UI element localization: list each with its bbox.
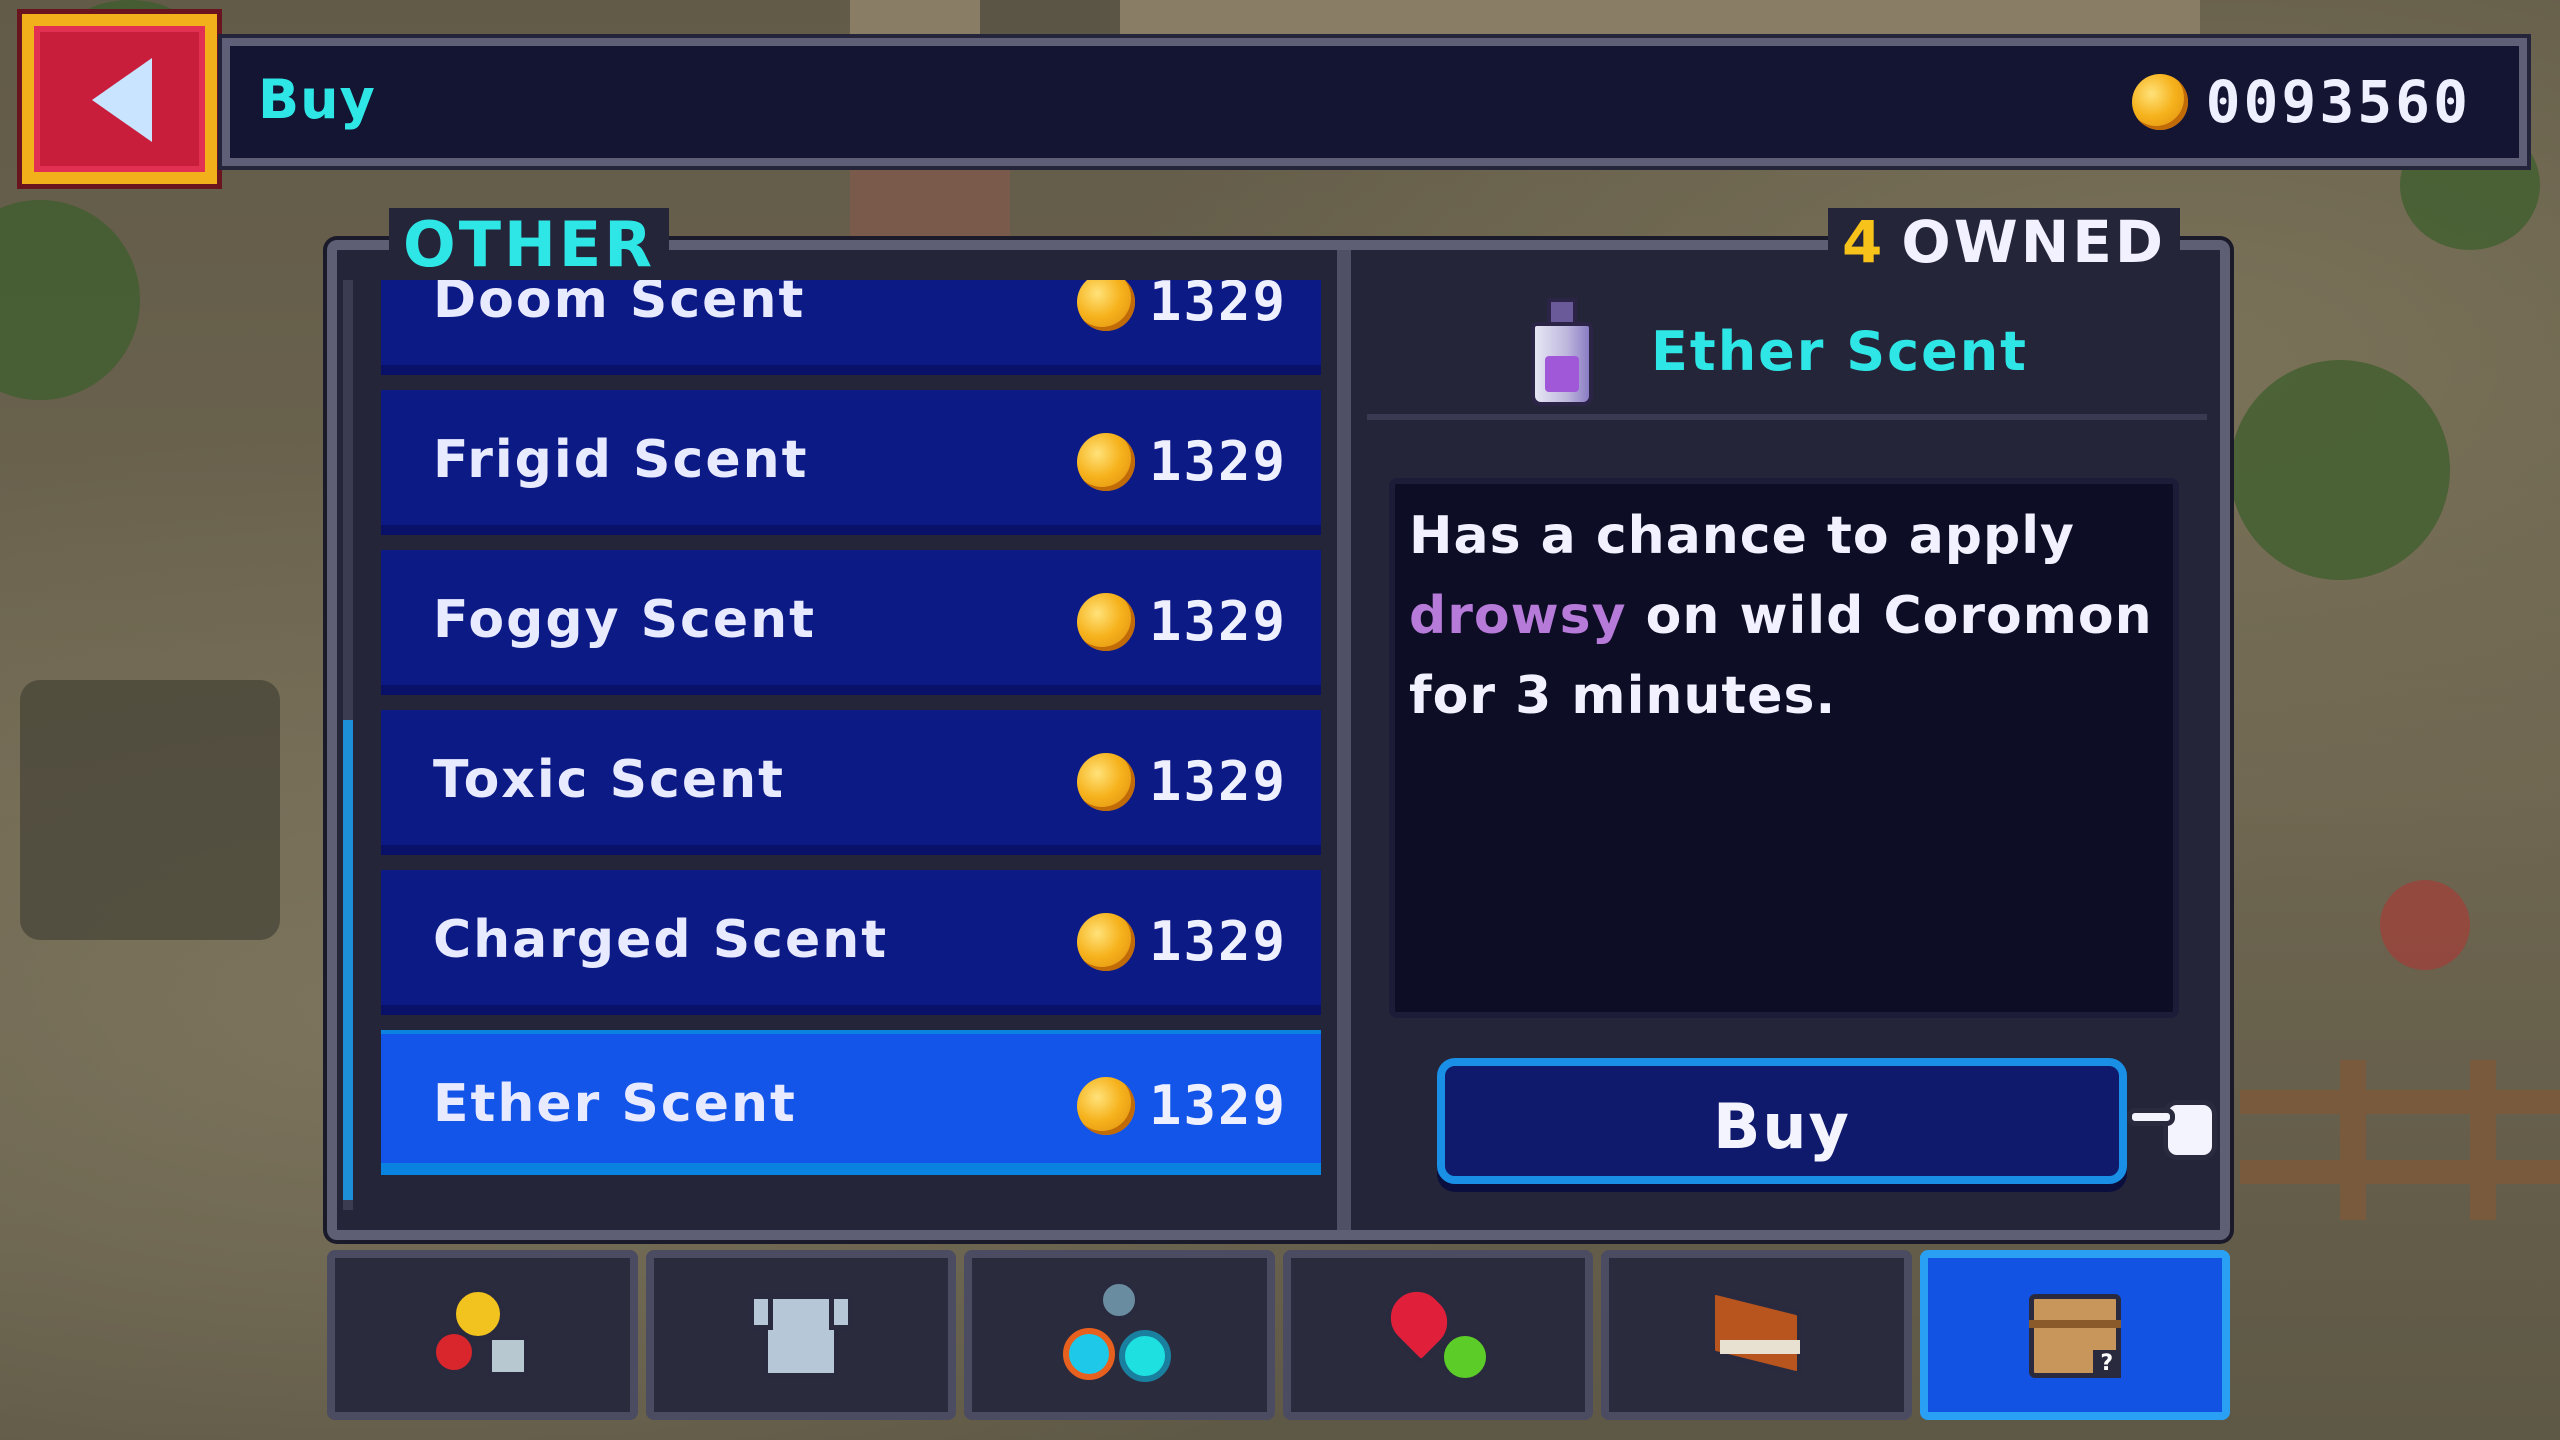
screen-title: Buy [258, 68, 376, 131]
owned-counter: 4 OWNED [1828, 208, 2180, 276]
gems-icon [1059, 1280, 1179, 1390]
item-price-value: 1329 [1148, 590, 1287, 653]
item-name: Foggy Scent [433, 590, 817, 650]
owned-label: OWNED [1901, 208, 2166, 276]
shirt-icon [741, 1280, 861, 1390]
category-tabs: ? [327, 1250, 2230, 1420]
tab-other[interactable]: ? [1919, 1250, 2230, 1420]
description-part: Has a chance to apply [1409, 506, 2075, 566]
owned-count: 4 [1842, 208, 1886, 276]
item-price-value: 1329 [1148, 910, 1287, 973]
tab-books[interactable] [1601, 1250, 1912, 1420]
money-amount: 0093560 [2205, 68, 2471, 136]
item-price-value: 1329 [1148, 280, 1287, 333]
item-price: 1329 [1076, 910, 1287, 973]
item-price-value: 1329 [1148, 430, 1287, 493]
back-arrow-icon [92, 58, 152, 142]
gold-coin-icon [1076, 280, 1135, 331]
category-title: OTHER [389, 208, 669, 281]
item-detail-header: Ether Scent [1367, 270, 2207, 420]
gold-coin-icon [1076, 752, 1135, 811]
item-row-doom-scent[interactable]: Doom Scent 1329 [381, 280, 1321, 375]
top-bar: Buy 0093560 [222, 38, 2527, 166]
item-price: 1329 [1076, 430, 1287, 493]
item-name: Frigid Scent [433, 430, 809, 490]
ether-scent-bottle-icon [1527, 298, 1597, 408]
money-display: 0093560 [2131, 66, 2471, 138]
tab-gems[interactable] [964, 1250, 1275, 1420]
heart-and-apple-icon [1374, 1275, 1498, 1390]
buy-button-label: Buy [1713, 1090, 1851, 1163]
item-price: 1329 [1076, 590, 1287, 653]
tab-clothing[interactable] [645, 1250, 956, 1420]
item-row-ether-scent[interactable]: Ether Scent 1329 [381, 1030, 1321, 1175]
gold-coin-icon [1076, 432, 1135, 491]
item-row-charged-scent[interactable]: Charged Scent 1329 [381, 870, 1321, 1015]
item-description: Has a chance to apply drowsy on wild Cor… [1389, 478, 2179, 1018]
description-text: Has a chance to apply drowsy on wild Cor… [1409, 496, 2159, 736]
book-icon [1696, 1280, 1816, 1390]
item-name: Charged Scent [433, 910, 889, 970]
item-name: Ether Scent [433, 1074, 797, 1134]
status-keyword: drowsy [1409, 586, 1627, 646]
detail-item-name: Ether Scent [1651, 320, 2028, 383]
back-button[interactable] [22, 14, 217, 184]
fruit-and-candy-icon [422, 1280, 542, 1390]
mystery-box-icon: ? [2015, 1280, 2135, 1390]
item-price-value: 1329 [1148, 750, 1287, 813]
panel-divider [1337, 250, 1351, 1230]
item-price: 1329 [1076, 750, 1287, 813]
scrollbar-thumb[interactable] [343, 720, 353, 1200]
shop-panel: OTHER 4 OWNED Doom Scent 1329 Frigid Sce… [327, 208, 2230, 1240]
item-row-frigid-scent[interactable]: Frigid Scent 1329 [381, 390, 1321, 535]
gold-coin-icon [1076, 912, 1135, 971]
item-price: 1329 [1076, 1074, 1287, 1137]
item-list-scrollbar[interactable] [343, 280, 353, 1210]
item-name: Doom Scent [433, 280, 806, 330]
buy-button[interactable]: Buy [1437, 1058, 2127, 1184]
tab-healing[interactable] [1282, 1250, 1593, 1420]
item-name: Toxic Scent [433, 750, 786, 810]
item-price: 1329 [1076, 280, 1287, 333]
gold-coin-icon [1076, 1076, 1135, 1135]
hand-pointer-icon [2127, 1090, 2227, 1170]
item-row-toxic-scent[interactable]: Toxic Scent 1329 [381, 710, 1321, 855]
tab-fruit-and-candy[interactable] [327, 1250, 638, 1420]
gold-coin-icon [2131, 74, 2188, 130]
item-price-value: 1329 [1148, 1074, 1287, 1137]
gold-coin-icon [1076, 592, 1135, 651]
item-row-foggy-scent[interactable]: Foggy Scent 1329 [381, 550, 1321, 695]
item-list: Doom Scent 1329 Frigid Scent 1329 Foggy … [361, 280, 1327, 1210]
